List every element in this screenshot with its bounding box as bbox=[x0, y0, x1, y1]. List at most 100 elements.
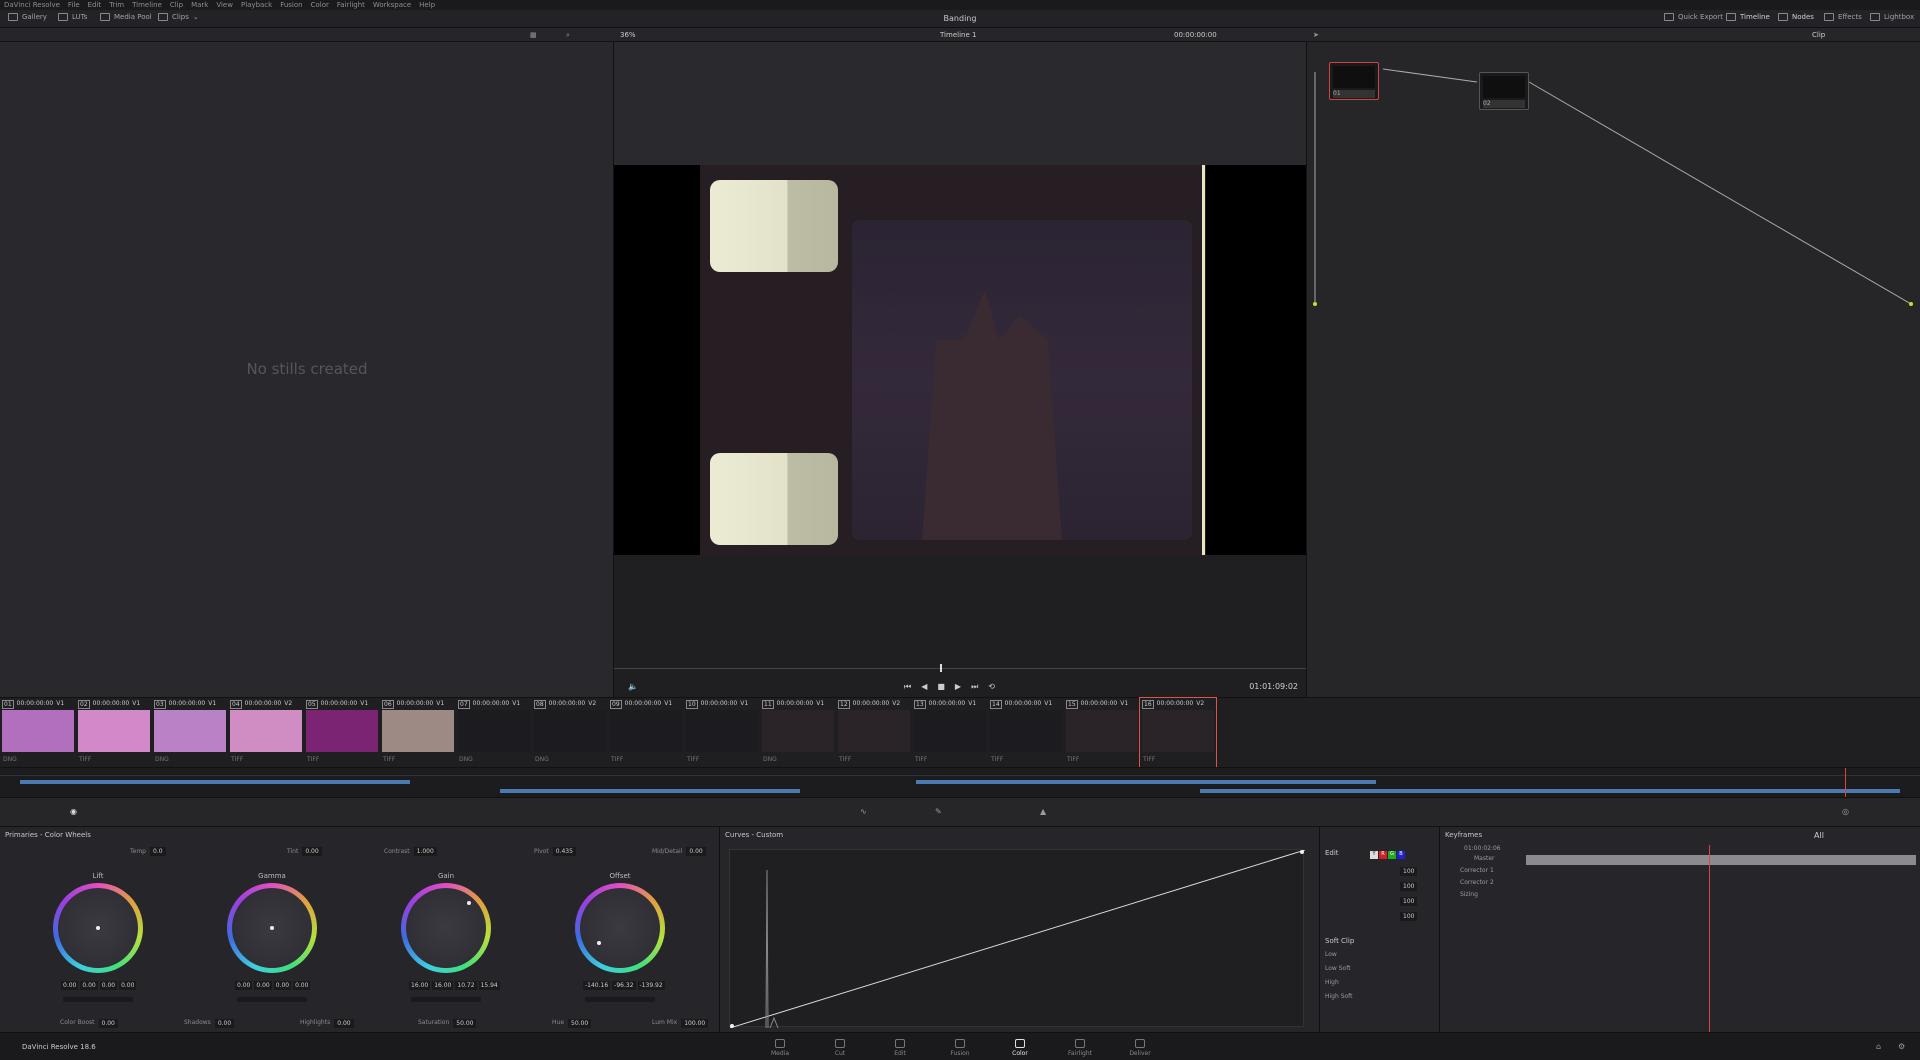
clip-thumbnail[interactable]: 15 00:00:00:00 V1 TIFF bbox=[1064, 698, 1140, 768]
master-wheel-slider[interactable] bbox=[237, 997, 307, 1002]
wheel-puck[interactable] bbox=[270, 926, 274, 930]
clip-thumbnail[interactable]: 13 00:00:00:00 V1 TIFF bbox=[912, 698, 988, 768]
qualifier-icon[interactable]: ✎ bbox=[935, 807, 942, 816]
wheel-value[interactable]: 0.00 bbox=[273, 981, 292, 990]
timeline-playhead[interactable] bbox=[1845, 768, 1846, 798]
zoom-level[interactable]: 36% bbox=[620, 31, 636, 39]
page-deliver[interactable]: Deliver bbox=[1115, 1039, 1165, 1057]
node-01[interactable]: 01 bbox=[1329, 62, 1379, 100]
menu-item[interactable]: Trim bbox=[109, 1, 124, 9]
wheel-value[interactable]: -140.16 bbox=[583, 981, 611, 990]
stop-icon[interactable]: ■ bbox=[937, 682, 945, 692]
menu-item[interactable]: File bbox=[68, 1, 80, 9]
effects-button[interactable]: Effects bbox=[1824, 13, 1862, 21]
timeline-selector[interactable]: Timeline 1 bbox=[940, 31, 976, 39]
keyframes-filter[interactable]: All bbox=[1814, 831, 1824, 840]
wheel-value[interactable]: 0.00 bbox=[254, 981, 272, 990]
skip-end-icon[interactable]: ⏭ bbox=[971, 682, 978, 692]
skip-start-icon[interactable]: ⏮ bbox=[904, 682, 911, 692]
edit-value-g[interactable]: 100 bbox=[1400, 897, 1418, 906]
play-icon[interactable]: ▶ bbox=[955, 682, 961, 692]
grid-view-icon[interactable]: ▦ bbox=[530, 31, 537, 39]
edit-value-y[interactable]: 100 bbox=[1400, 867, 1418, 876]
menu-item[interactable]: Fusion bbox=[280, 1, 302, 9]
clip-thumbnail[interactable]: 03 00:00:00:00 V1 DNG bbox=[152, 698, 228, 768]
scrub-bar[interactable] bbox=[614, 668, 1306, 669]
pointer-icon[interactable]: ➤ bbox=[1313, 31, 1319, 39]
wheel-value[interactable]: -139.92 bbox=[637, 981, 665, 990]
page-edit[interactable]: Edit bbox=[875, 1039, 925, 1057]
search-icon[interactable]: ⌕ bbox=[566, 31, 570, 40]
menu-item[interactable]: Timeline bbox=[132, 1, 162, 9]
channel-g[interactable]: G bbox=[1388, 851, 1396, 859]
param-value[interactable]: 0.00 bbox=[334, 1019, 354, 1028]
color-wheel[interactable] bbox=[575, 883, 665, 973]
page-color[interactable]: Color bbox=[995, 1039, 1045, 1057]
wheel-value[interactable]: 0.00 bbox=[99, 981, 118, 990]
channel-r[interactable]: R bbox=[1379, 851, 1387, 859]
v1-clip-bar[interactable] bbox=[500, 789, 800, 793]
playhead[interactable] bbox=[940, 664, 942, 672]
v2-clip-bar-2[interactable] bbox=[916, 780, 1376, 784]
scopes-icon[interactable]: ◎ bbox=[1842, 807, 1849, 816]
mini-timeline[interactable] bbox=[0, 767, 1920, 798]
wheel-value[interactable]: 0.00 bbox=[80, 981, 98, 990]
lightbox-button[interactable]: Lightbox bbox=[1870, 13, 1914, 21]
node-mode-selector[interactable]: Clip bbox=[1812, 31, 1825, 39]
curves-icon[interactable]: ∿ bbox=[860, 807, 867, 816]
channel-y[interactable]: Y bbox=[1370, 851, 1378, 859]
channel-b[interactable]: B bbox=[1397, 851, 1405, 859]
page-fairlight[interactable]: Fairlight bbox=[1055, 1039, 1105, 1057]
menu-item[interactable]: DaVinci Resolve bbox=[4, 1, 60, 9]
page-media[interactable]: Media bbox=[755, 1039, 805, 1057]
param-value[interactable]: 50.00 bbox=[453, 1019, 477, 1028]
timeline-button[interactable]: Timeline bbox=[1726, 13, 1770, 21]
menu-item[interactable]: Fairlight bbox=[337, 1, 365, 9]
clip-thumbnail[interactable]: 04 00:00:00:00 V2 TIFF bbox=[228, 698, 304, 768]
menu-item[interactable]: Clip bbox=[170, 1, 183, 9]
node-02[interactable]: 02 bbox=[1479, 72, 1529, 110]
clip-thumbnail[interactable]: 02 00:00:00:00 V1 TIFF bbox=[76, 698, 152, 768]
menu-item[interactable]: Color bbox=[311, 1, 329, 9]
wheel-puck[interactable] bbox=[96, 926, 100, 930]
page-fusion[interactable]: Fusion bbox=[935, 1039, 985, 1057]
param-value[interactable]: 100.00 bbox=[681, 1019, 709, 1028]
color-wheel[interactable] bbox=[227, 883, 317, 973]
color-wheels-icon[interactable]: ◉ bbox=[70, 807, 77, 816]
wheel-value[interactable]: 16.00 bbox=[432, 981, 454, 990]
menu-item[interactable]: Help bbox=[419, 1, 435, 9]
param-value[interactable]: 1.000 bbox=[413, 847, 437, 856]
node-editor[interactable]: 01 02 bbox=[1306, 42, 1920, 697]
menu-item[interactable]: View bbox=[216, 1, 233, 9]
param-value[interactable]: 0.00 bbox=[302, 847, 322, 856]
menu-item[interactable]: Workspace bbox=[373, 1, 411, 9]
clip-thumbnail[interactable]: 08 00:00:00:00 V2 DNG bbox=[532, 698, 608, 768]
page-cut[interactable]: Cut bbox=[815, 1039, 865, 1057]
menu-item[interactable]: Edit bbox=[88, 1, 102, 9]
keyframes-playhead[interactable] bbox=[1709, 845, 1710, 1032]
param-value[interactable]: 0.00 bbox=[686, 847, 706, 856]
param-value[interactable]: 0.0 bbox=[150, 847, 166, 856]
menu-item[interactable]: Mark bbox=[191, 1, 208, 9]
wheel-puck[interactable] bbox=[467, 901, 471, 905]
clip-thumbnail[interactable]: 14 00:00:00:00 V1 TIFF bbox=[988, 698, 1064, 768]
master-wheel-slider[interactable] bbox=[411, 997, 481, 1002]
clip-thumbnail[interactable]: 06 00:00:00:00 V1 TIFF bbox=[380, 698, 456, 768]
clip-thumbnail[interactable]: 09 00:00:00:00 V1 TIFF bbox=[608, 698, 684, 768]
clip-thumbnail[interactable]: 05 00:00:00:00 V1 TIFF bbox=[304, 698, 380, 768]
step-back-icon[interactable]: ◀ bbox=[921, 682, 927, 692]
wheel-value[interactable]: 10.72 bbox=[455, 981, 477, 990]
home-icon[interactable]: ⌂ bbox=[1876, 1042, 1881, 1051]
clip-thumbnail[interactable]: 07 00:00:00:00 V1 DNG bbox=[456, 698, 532, 768]
wheel-value[interactable]: 0.00 bbox=[293, 981, 311, 990]
nodes-button[interactable]: Nodes bbox=[1778, 13, 1814, 21]
param-value[interactable]: 0.00 bbox=[214, 1019, 235, 1028]
speaker-icon[interactable]: 🔈 bbox=[628, 682, 638, 691]
color-wheel[interactable] bbox=[53, 883, 143, 973]
wheel-puck[interactable] bbox=[597, 941, 601, 945]
quick-export-button[interactable]: Quick Export bbox=[1664, 13, 1723, 21]
wheel-value[interactable]: 15.94 bbox=[478, 981, 500, 990]
blur-icon[interactable]: ▲ bbox=[1040, 807, 1046, 816]
wheel-value[interactable]: -96.32 bbox=[612, 981, 636, 990]
viewer-frame[interactable] bbox=[614, 165, 1306, 555]
